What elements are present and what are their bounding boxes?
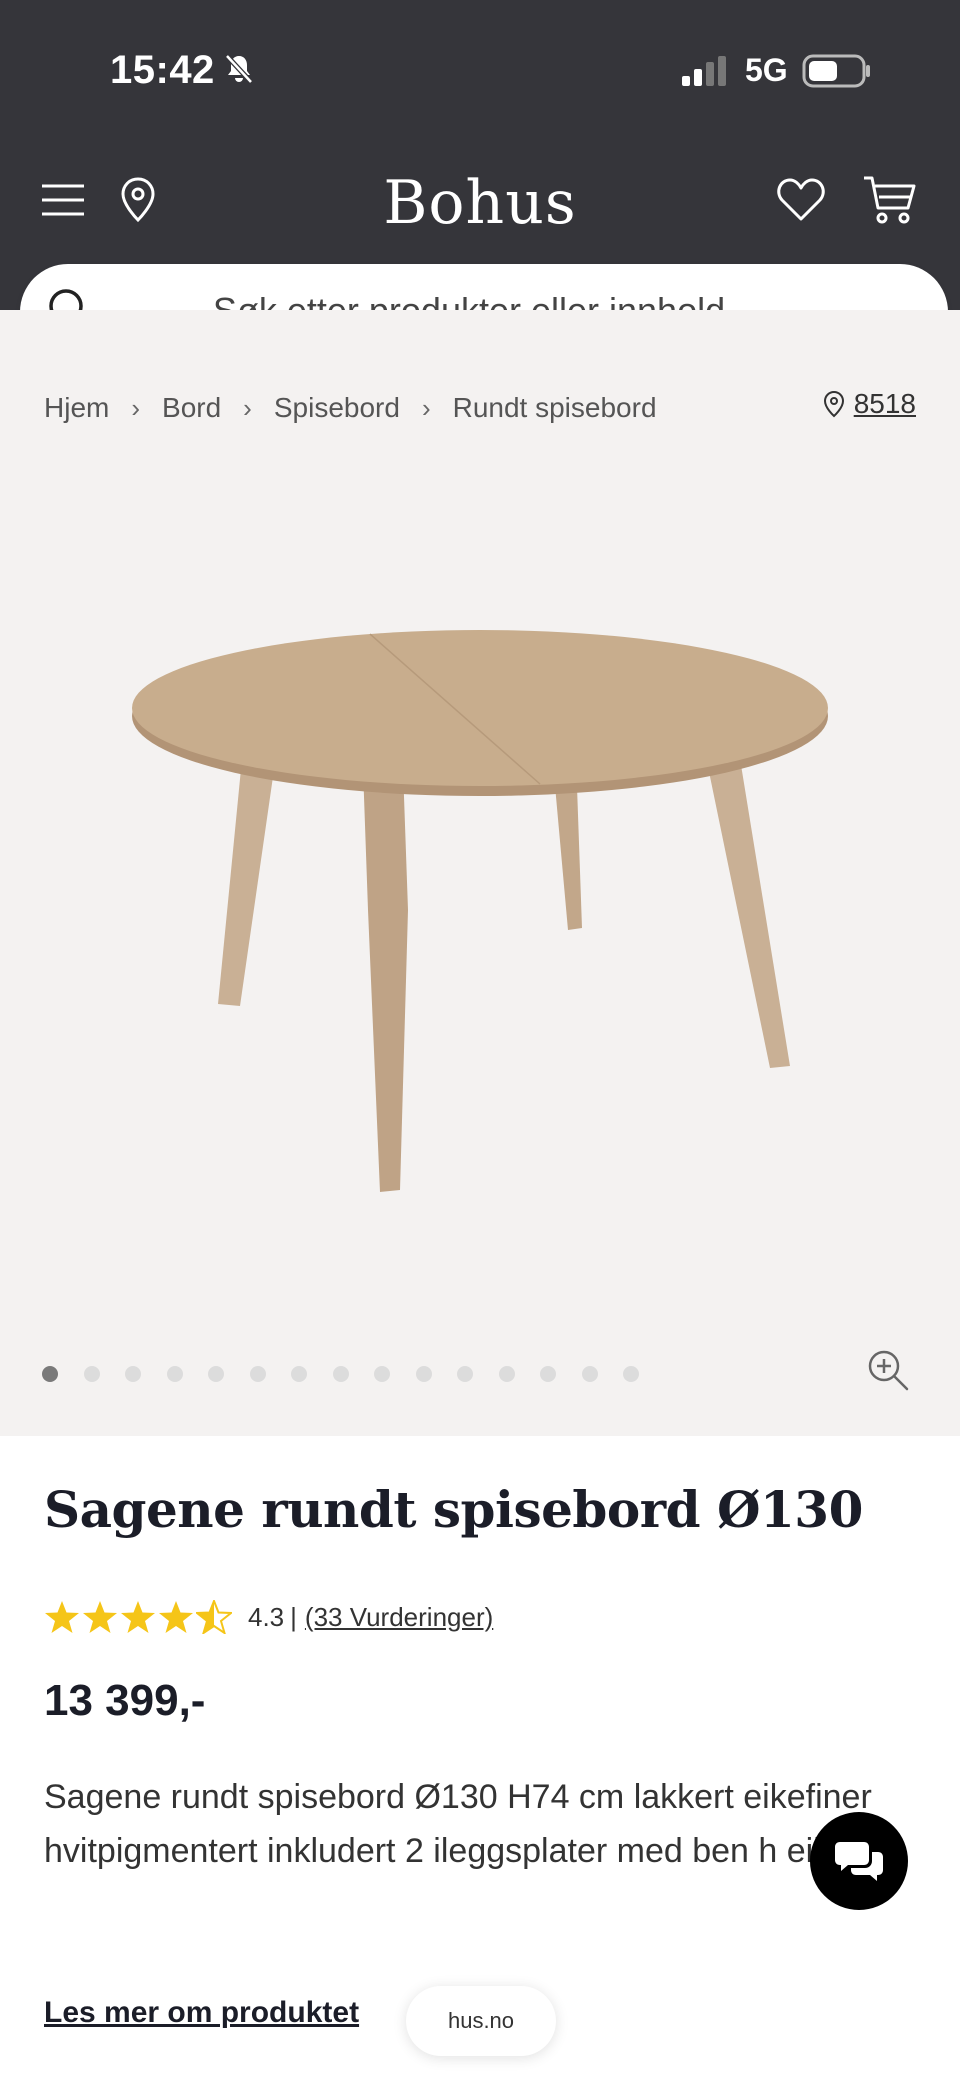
gallery-dot[interactable] — [166, 1366, 183, 1382]
product-description: Sagene rundt spisebord Ø130 H74 cm lakke… — [44, 1778, 872, 1870]
rating-value: 4.3 — [248, 1601, 285, 1632]
status-bar: 15:42 5G — [0, 0, 960, 140]
top-nav: Bohus — [0, 160, 960, 250]
gallery-dot[interactable] — [249, 1366, 266, 1382]
network-label: 5G — [745, 52, 788, 88]
chevron-right-icon: › — [131, 392, 141, 423]
gallery-dot[interactable] — [83, 1366, 100, 1382]
chat-button[interactable] — [810, 1812, 908, 1910]
zoom-in-icon[interactable] — [866, 1348, 910, 1392]
product-title: Sagene rundt spisebord Ø130 — [44, 1480, 863, 1539]
rating-count-link[interactable]: (33 Vurderinger) — [305, 1602, 493, 1633]
gallery-dot[interactable] — [457, 1366, 473, 1382]
breadcrumb-item-hjem[interactable]: Hjem — [44, 392, 109, 424]
chevron-right-icon: › — [421, 392, 431, 423]
star-full-icon — [45, 1601, 79, 1633]
rating-divider: | — [290, 1601, 297, 1632]
gallery-dot[interactable] — [623, 1366, 639, 1382]
gallery-dot[interactable] — [374, 1366, 390, 1382]
gallery-dot[interactable] — [208, 1366, 224, 1382]
chevron-right-icon: › — [243, 392, 252, 423]
gallery-dot[interactable] — [581, 1366, 598, 1382]
cart-icon[interactable] — [862, 174, 918, 226]
gallery-dot[interactable] — [332, 1366, 349, 1382]
heart-icon[interactable] — [776, 176, 826, 224]
product-info: Sagene rundt spisebord Ø130 4.3 | (33 Vu… — [0, 1436, 960, 2086]
breadcrumb-item-bord[interactable]: Bord — [162, 392, 221, 424]
status-time: 15:42 — [110, 48, 215, 92]
gallery-dot[interactable] — [42, 1366, 58, 1382]
breadcrumb: Hjem › Bord › Spisebord › Rundt spisebor… — [44, 390, 657, 426]
gallery-dot[interactable] — [540, 1366, 556, 1382]
url-pill[interactable]: hus.no — [406, 1986, 556, 2056]
breadcrumb-item-rundt-spisebord[interactable]: Rundt spisebord — [453, 392, 657, 424]
star-full-icon — [121, 1601, 155, 1633]
star-full-icon — [159, 1601, 193, 1633]
store-selector[interactable]: 8518 — [822, 388, 916, 420]
gallery-dot[interactable] — [498, 1366, 515, 1382]
star-half-icon — [196, 1600, 232, 1634]
gallery-dot[interactable] — [415, 1366, 432, 1382]
product-image[interactable] — [130, 610, 830, 1220]
bell-off-icon — [225, 54, 253, 84]
product-gallery: Hjem › Bord › Spisebord › Rundt spisebor… — [0, 310, 960, 1436]
store-code[interactable]: 8518 — [854, 388, 916, 420]
product-price: 13 399,- — [44, 1676, 206, 1725]
read-more-link[interactable]: Les mer om produktet — [44, 1996, 359, 2030]
rating-stars — [44, 1600, 234, 1634]
signal-icon — [682, 56, 726, 86]
product-rating: 4.3 | (33 Vurderinger) — [44, 1600, 493, 1634]
battery-icon — [802, 54, 870, 88]
chat-icon — [835, 1842, 883, 1881]
breadcrumb-item-spisebord[interactable]: Spisebord — [274, 392, 400, 424]
gallery-pagination — [42, 1366, 665, 1382]
map-pin-icon — [823, 390, 844, 418]
gallery-dot[interactable] — [125, 1366, 141, 1382]
gallery-dot[interactable] — [291, 1366, 307, 1382]
star-full-icon — [83, 1601, 117, 1633]
